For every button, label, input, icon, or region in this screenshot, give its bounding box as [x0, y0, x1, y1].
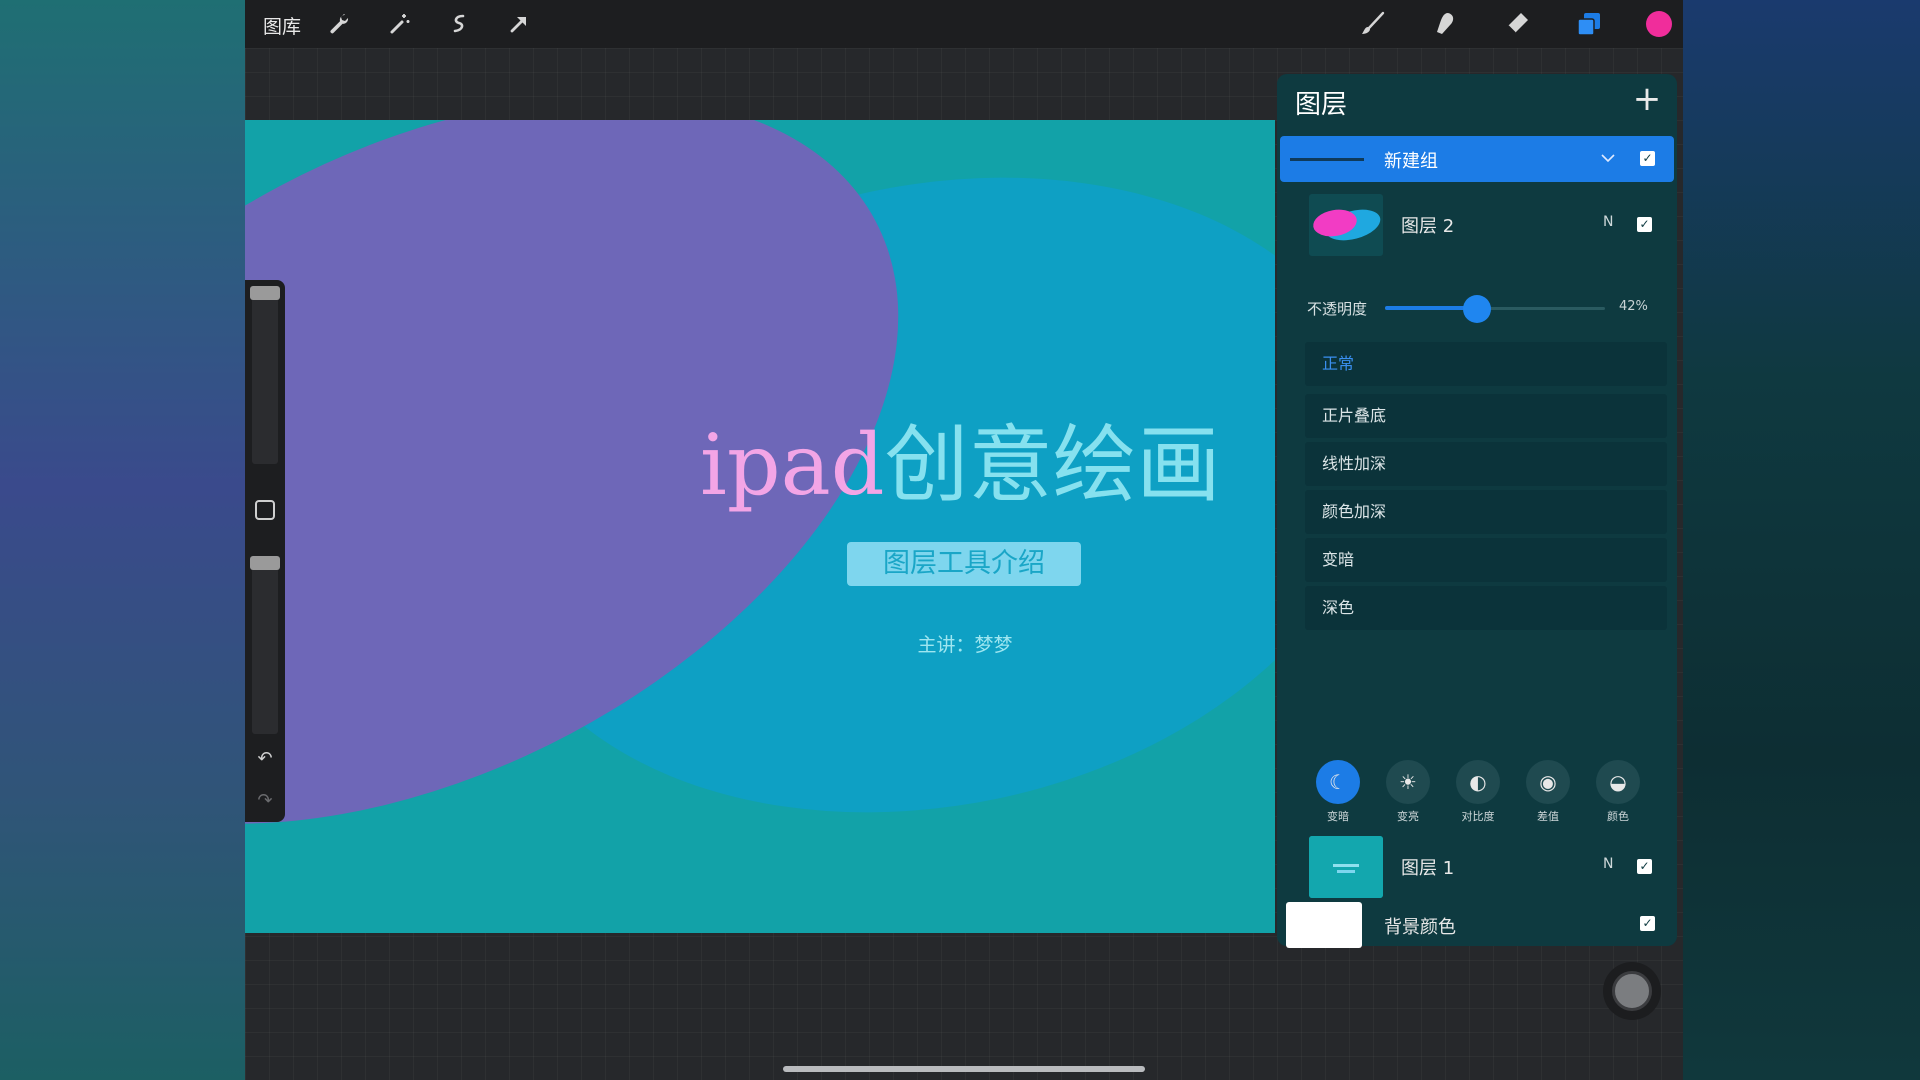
gallery-button[interactable]: 图库 [263, 12, 301, 39]
group-name: 新建组 [1384, 151, 1438, 172]
blend-category-label: 差值 [1537, 810, 1559, 823]
blend-category-contrast[interactable]: ◐ 对比度 [1453, 760, 1503, 824]
sun-icon: ☀ [1386, 760, 1430, 804]
left-sidebar: ↶ ↷ [245, 280, 285, 822]
smudge-icon[interactable] [1431, 10, 1459, 38]
brush-icon[interactable] [1359, 10, 1387, 38]
canvas-title-cjk: 创意绘画 [884, 416, 1221, 514]
contrast-icon: ◐ [1456, 760, 1500, 804]
add-layer-button[interactable]: + [1629, 82, 1665, 118]
layer-2-blend-mode[interactable]: N [1603, 214, 1613, 230]
selection-icon[interactable] [445, 10, 473, 38]
canvas-title-latin: ipad [700, 416, 885, 514]
undo-icon[interactable]: ↶ [254, 748, 276, 770]
redo-icon[interactable]: ↷ [254, 790, 276, 812]
opacity-control: 不透明度 42% [1307, 294, 1667, 324]
magic-wand-icon[interactable] [385, 10, 413, 38]
blend-mode-darker-color[interactable]: 深色 [1305, 586, 1667, 630]
eraser-icon[interactable] [1503, 10, 1531, 38]
group-visibility-checkbox[interactable]: ✓ [1640, 151, 1655, 166]
chevron-down-icon[interactable] [1598, 148, 1618, 168]
color-mode-icon: ◒ [1596, 760, 1640, 804]
blend-category-difference[interactable]: ◉ 差值 [1523, 760, 1573, 824]
opacity-slider[interactable] [252, 556, 278, 734]
group-indicator [1290, 158, 1364, 161]
blend-category-label: 变亮 [1397, 810, 1419, 823]
blend-mode-darken[interactable]: 变暗 [1305, 538, 1667, 582]
layer-2-name: 图层 2 [1401, 216, 1455, 237]
blend-category-darken[interactable]: ☾ 变暗 [1313, 760, 1363, 824]
layer-2-thumbnail [1309, 194, 1383, 256]
transform-arrow-icon[interactable] [505, 10, 533, 38]
background-visibility-checkbox[interactable]: ✓ [1640, 916, 1655, 931]
touch-button-core [1612, 971, 1652, 1011]
brush-size-slider[interactable] [252, 286, 278, 464]
blend-mode-color-burn[interactable]: 颜色加深 [1305, 490, 1667, 534]
layer-1-blend-mode[interactable]: N [1603, 856, 1613, 872]
top-toolbar: 图库 [245, 0, 1683, 48]
blend-mode-list: 正常 正片叠底 线性加深 颜色加深 变暗 深色 [1305, 342, 1667, 634]
blend-mode-normal[interactable]: 正常 [1305, 342, 1667, 386]
procreate-screen: ipad创意绘画 图层工具介绍 主讲：梦梦 图库 ↶ ↷ 图层 + 新建组 ✓ … [245, 0, 1683, 1080]
layer-1-name: 图层 1 [1401, 858, 1455, 879]
background-blur-right [1683, 0, 1920, 1080]
difference-icon: ◉ [1526, 760, 1570, 804]
blend-category-label: 变暗 [1327, 810, 1349, 823]
blend-mode-linear-burn[interactable]: 线性加深 [1305, 442, 1667, 486]
opacity-label: 不透明度 [1307, 300, 1368, 318]
drawing-canvas[interactable]: ipad创意绘画 图层工具介绍 主讲：梦梦 [245, 120, 1275, 933]
layer-row-1[interactable]: 图层 1 N ✓ [1297, 836, 1667, 898]
quickshape-touch-button[interactable] [1603, 962, 1661, 1020]
blend-mode-multiply[interactable]: 正片叠底 [1305, 394, 1667, 438]
blend-category-label: 对比度 [1461, 810, 1495, 823]
canvas-title: ipad创意绘画 [700, 415, 1260, 515]
wrench-icon[interactable] [325, 10, 353, 38]
background-blur-left [0, 0, 245, 1080]
layer-group-row[interactable]: 新建组 ✓ [1280, 136, 1674, 182]
moon-icon: ☾ [1316, 760, 1360, 804]
canvas-speaker: 主讲：梦梦 [917, 634, 1013, 656]
opacity-knob[interactable] [1463, 295, 1492, 323]
blend-category-label: 颜色 [1607, 810, 1629, 823]
background-color-row[interactable]: 背景颜色 ✓ [1280, 902, 1674, 948]
color-swatch-icon[interactable] [1645, 10, 1673, 38]
background-color-swatch[interactable] [1286, 902, 1362, 948]
blend-category-color[interactable]: ◒ 颜色 [1593, 760, 1643, 824]
modify-button[interactable] [255, 500, 275, 520]
blend-category-lighten[interactable]: ☀ 变亮 [1383, 760, 1433, 824]
background-color-name: 背景颜色 [1384, 917, 1456, 938]
layers-icon[interactable] [1575, 10, 1603, 38]
opacity-value: 42% [1619, 299, 1648, 314]
brush-size-thumb[interactable] [250, 286, 280, 300]
opacity-thumb[interactable] [250, 556, 280, 570]
canvas-subtitle: 图层工具介绍 [847, 542, 1081, 586]
home-indicator[interactable] [783, 1066, 1145, 1072]
blend-category-bar: ☾ 变暗 ☀ 变亮 ◐ 对比度 ◉ 差值 ◒ 颜色 [1313, 760, 1673, 823]
layer-2-visibility-checkbox[interactable]: ✓ [1637, 217, 1652, 232]
layers-panel-title: 图层 [1295, 90, 1348, 120]
layer-row-2[interactable]: 图层 2 N ✓ [1297, 194, 1667, 256]
layer-1-thumbnail [1309, 836, 1383, 898]
layer-1-visibility-checkbox[interactable]: ✓ [1637, 859, 1652, 874]
layers-panel: 图层 + 新建组 ✓ 图层 2 N ✓ 不透明度 42% 正常 正片叠底 线性加… [1277, 74, 1677, 948]
